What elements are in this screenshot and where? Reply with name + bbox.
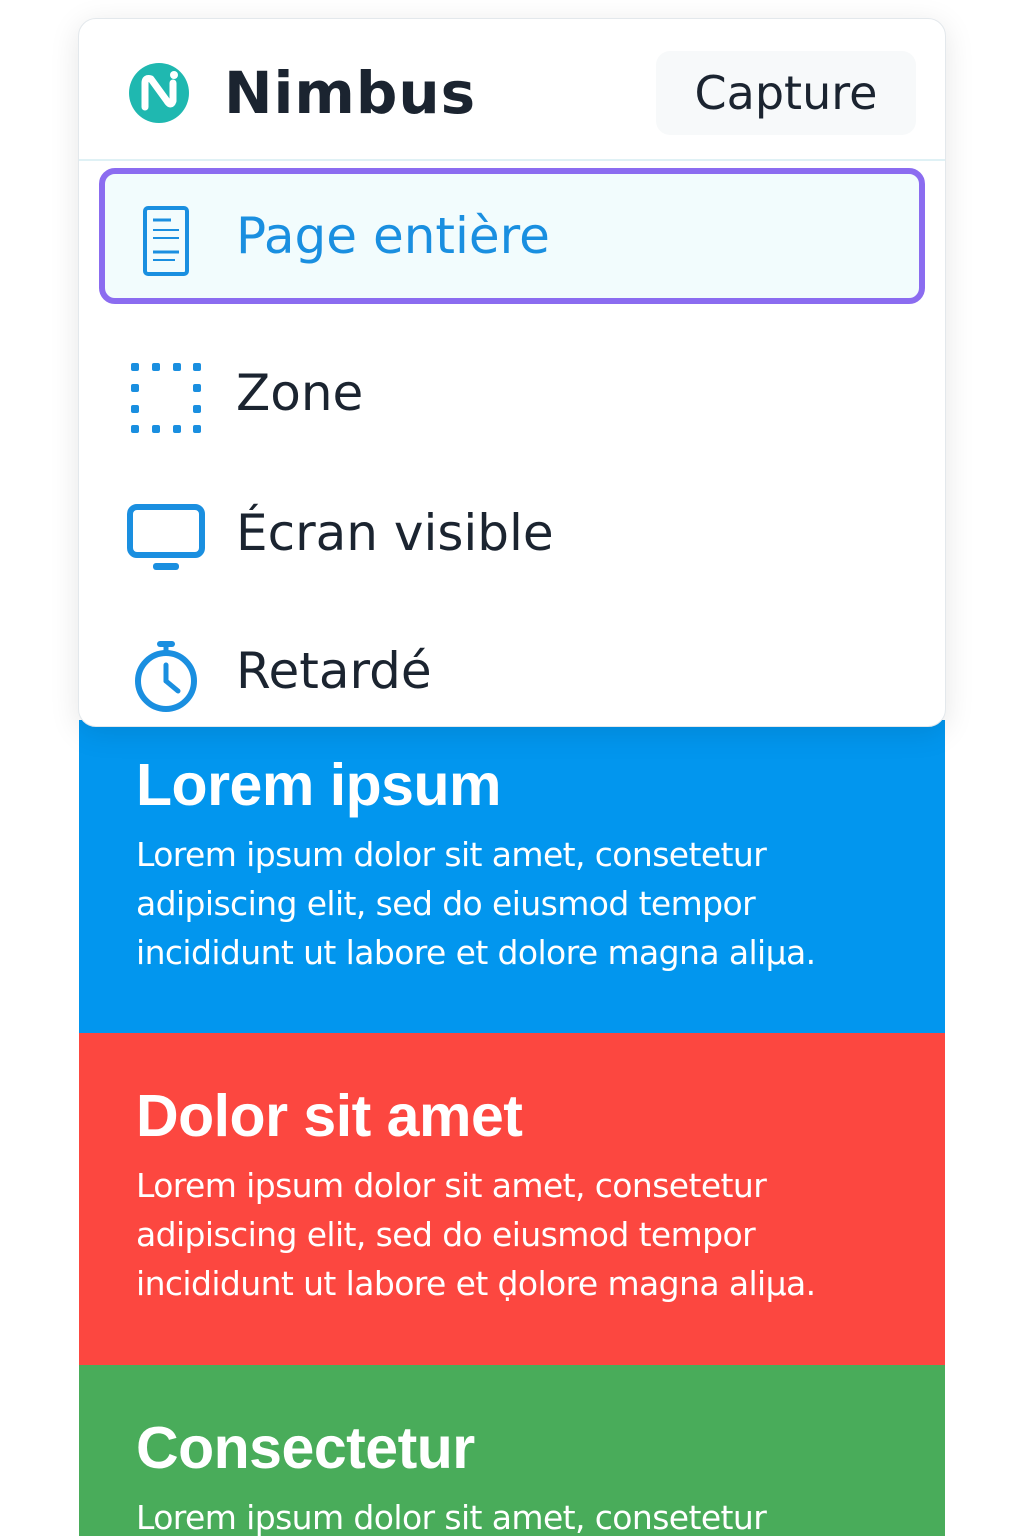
menu-item-label: Page entière <box>236 207 550 265</box>
section-text-line: Lorem ipsum dolor sit amet, consetetur <box>136 1166 767 1205</box>
full-page-icon <box>143 206 189 276</box>
web-page-content: Lorem ipsum Lorem ipsum dolor sit amet, … <box>79 720 945 1536</box>
app-title: Nimbus <box>224 59 477 127</box>
popup-header: Nimbus Capture <box>79 19 945 161</box>
capture-button[interactable]: Capture <box>656 51 916 135</box>
section-text-line: Lorem ipsum dolor sit amet, consetetur <box>136 835 767 874</box>
content-section-blue: Lorem ipsum Lorem ipsum dolor sit amet, … <box>79 720 945 1033</box>
browser-viewport: Lorem ipsum Lorem ipsum dolor sit amet, … <box>0 0 1024 1536</box>
capture-popup: Nimbus Capture Page entière Zone Écran v… <box>78 18 946 727</box>
section-title: Consectetur <box>136 1415 475 1481</box>
section-text: Lorem ipsum dolor sit amet, consetetur <box>136 1493 905 1536</box>
nimbus-logo-icon <box>129 63 189 123</box>
menu-item-full-page[interactable]: Page entière <box>99 168 925 304</box>
section-text: Lorem ipsum dolor sit amet, consetetur a… <box>136 830 905 977</box>
menu-item-label: Zone <box>236 364 364 422</box>
section-text-line: adipiscing elit, sed do eiusmod tempor <box>136 1215 756 1254</box>
timer-icon <box>135 641 197 712</box>
menu-item-zone[interactable]: Zone <box>99 325 925 461</box>
content-section-red: Dolor sit amet Lorem ipsum dolor sit ame… <box>79 1033 945 1365</box>
section-text-line: adipiscing elit, sed do eiusmod tempor <box>136 884 756 923</box>
monitor-icon <box>127 504 205 570</box>
section-text-line: incididunt ut labore et ḍolore magna ali… <box>136 1264 816 1303</box>
menu-item-label: Retardé <box>236 642 432 700</box>
section-title: Dolor sit amet <box>136 1083 523 1149</box>
selection-area-icon <box>131 363 201 433</box>
section-text-line: Lorem ipsum dolor sit amet, consetetur <box>136 1498 767 1536</box>
content-section-green: Consectetur Lorem ipsum dolor sit amet, … <box>79 1365 945 1536</box>
menu-item-label: Écran visible <box>236 504 554 562</box>
section-title: Lorem ipsum <box>136 752 501 818</box>
section-text-line: incididunt ut labore et dolore magna ali… <box>136 933 816 972</box>
section-text: Lorem ipsum dolor sit amet, consetetur a… <box>136 1161 905 1308</box>
menu-item-visible-screen[interactable]: Écran visible <box>99 465 925 601</box>
menu-item-delayed[interactable]: Retardé <box>99 603 925 726</box>
